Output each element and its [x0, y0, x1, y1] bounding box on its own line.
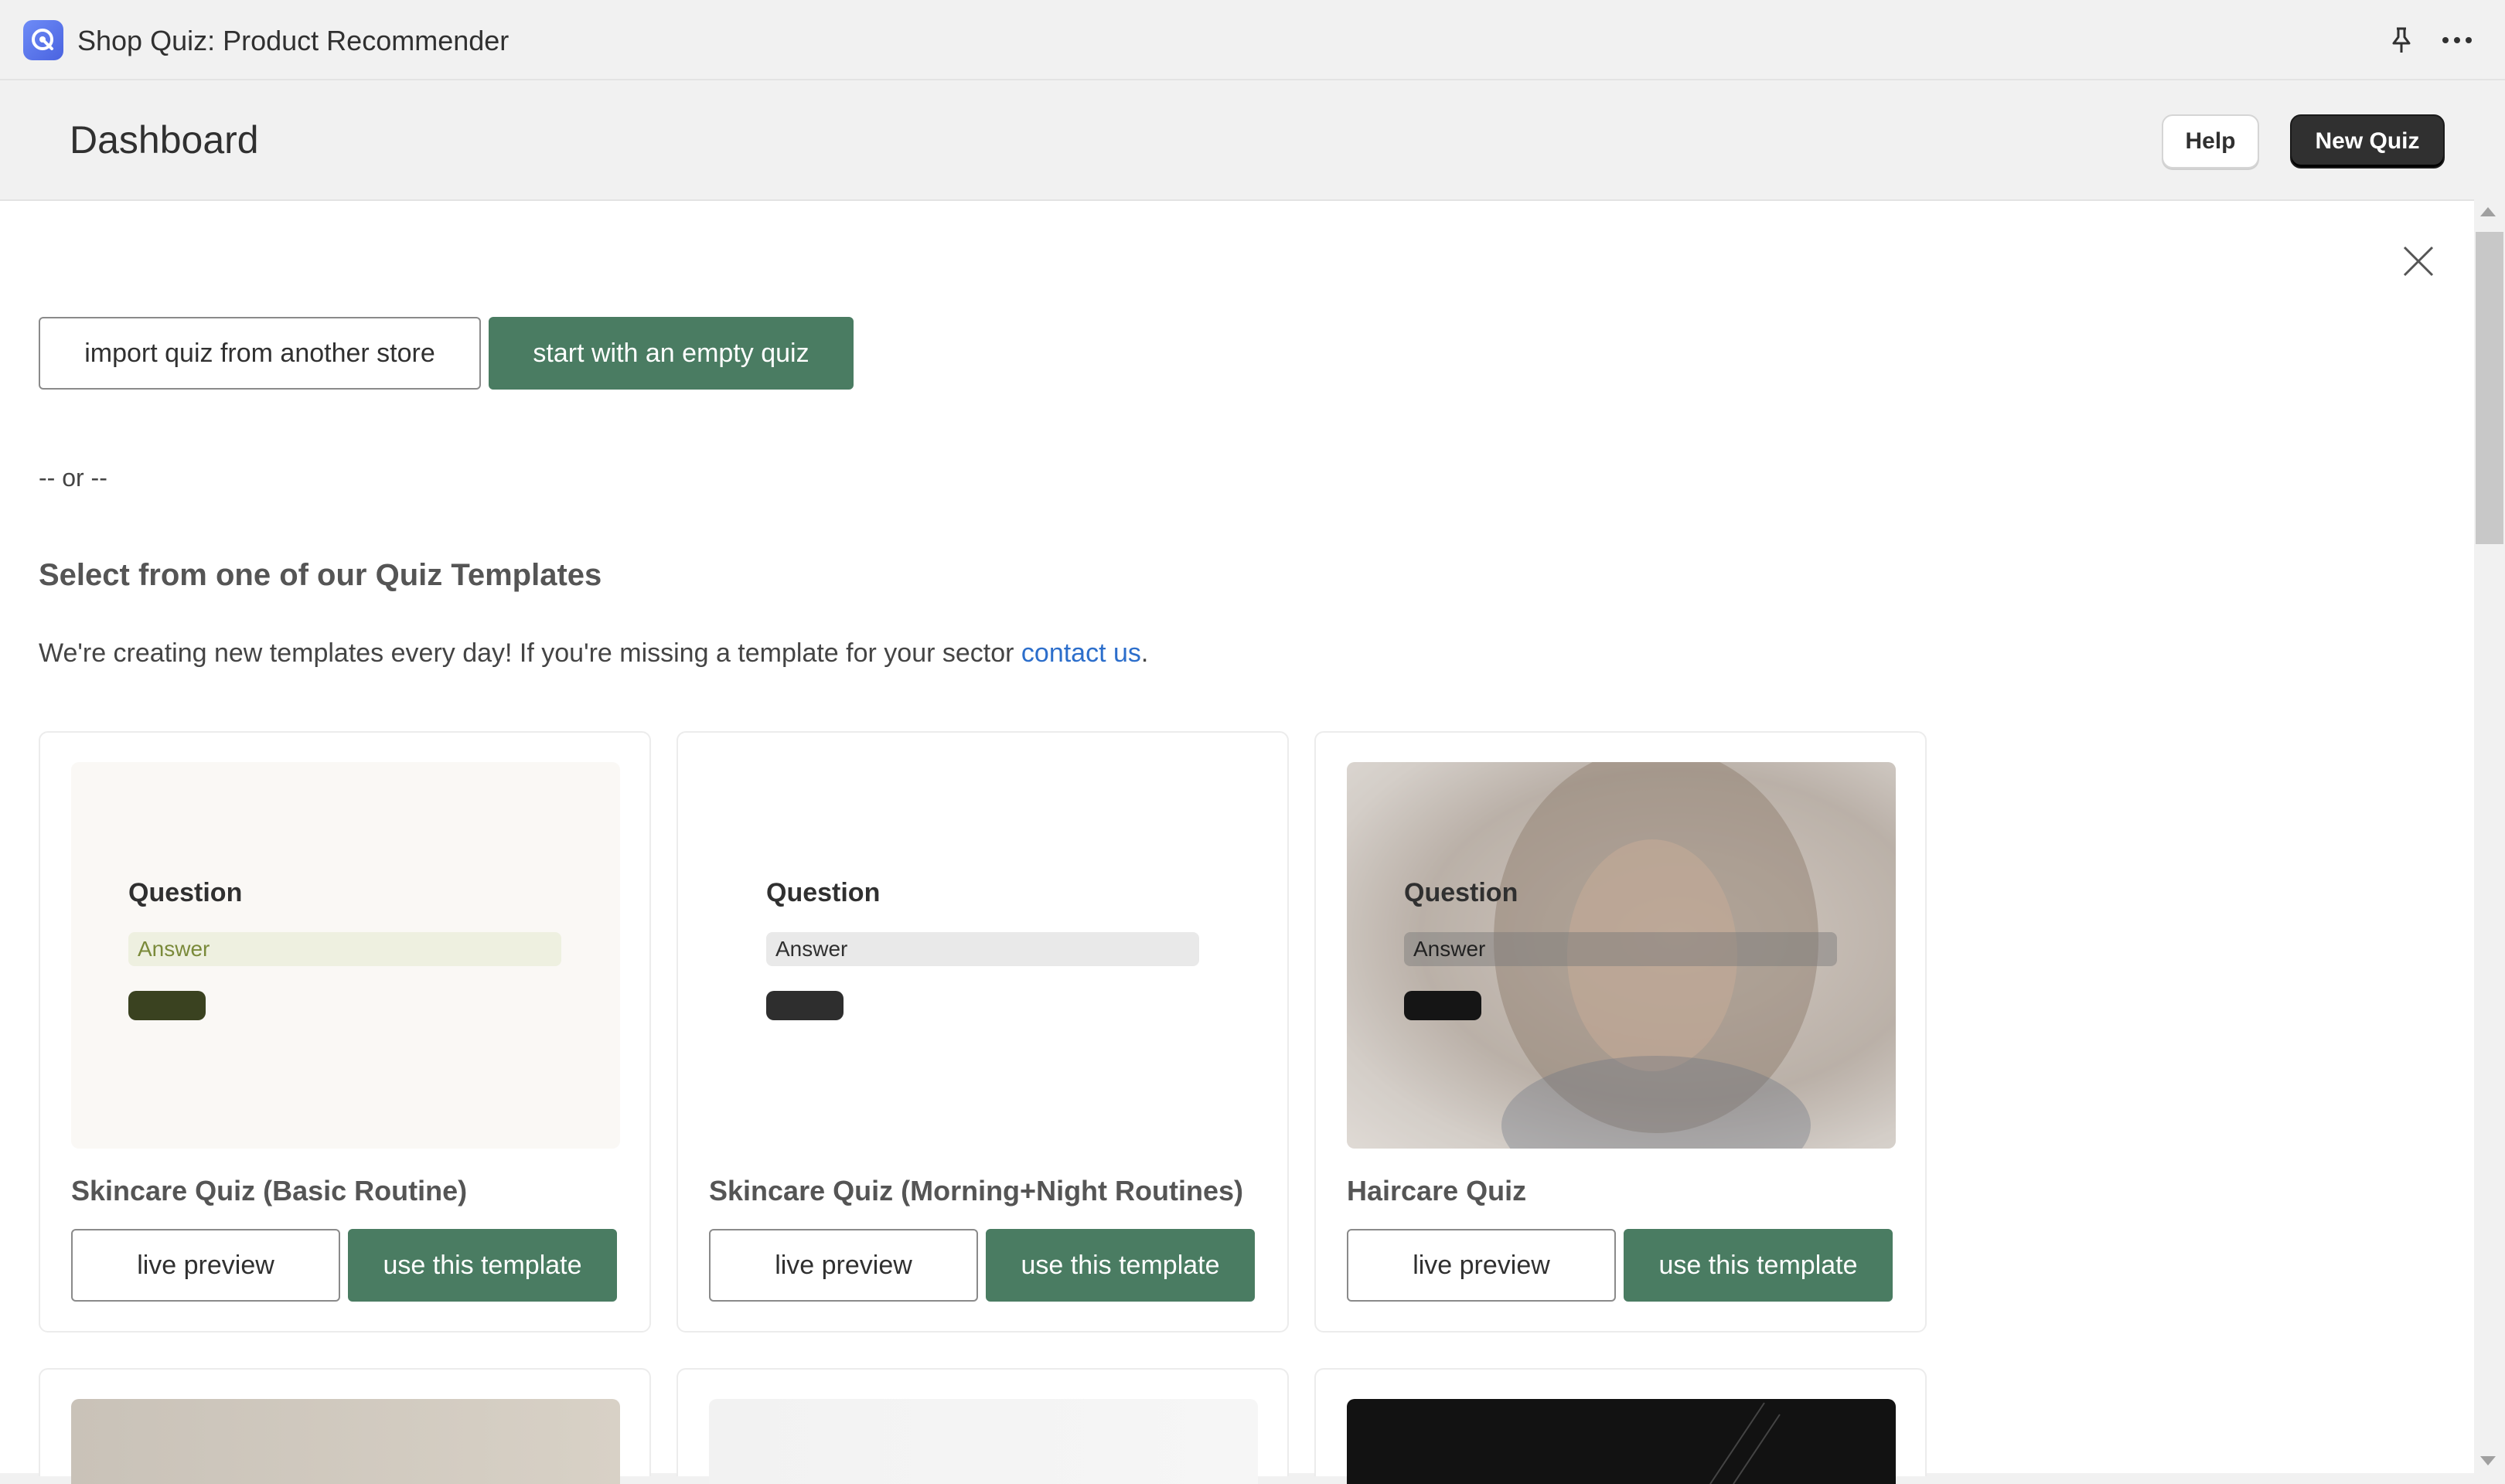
description-text: We're creating new templates every day! … [39, 638, 1021, 668]
preview-button [766, 991, 844, 1020]
preview-answer: Answer [1404, 932, 1837, 966]
template-title: Haircare Quiz [1347, 1175, 1527, 1207]
template-card: Question Answer Skincare Quiz (Morning+N… [677, 731, 1289, 1333]
use-template-button[interactable]: use this template [986, 1229, 1255, 1302]
use-template-button[interactable]: use this template [348, 1229, 617, 1302]
template-preview [71, 1399, 620, 1484]
preview-question: Question [766, 878, 881, 907]
template-card [39, 1368, 651, 1484]
templates-description: We're creating new templates every day! … [39, 638, 1148, 669]
use-template-button[interactable]: use this template [1624, 1229, 1893, 1302]
template-preview: Question Answer [71, 762, 620, 1149]
pin-icon[interactable] [2384, 23, 2418, 57]
contact-us-link[interactable]: contact us [1021, 638, 1141, 668]
template-card: Question Answer Haircare Quiz live previ… [1314, 731, 1927, 1333]
live-preview-button[interactable]: live preview [709, 1229, 978, 1302]
template-card [1314, 1368, 1927, 1484]
template-preview: Question Answer [1347, 762, 1896, 1149]
import-quiz-button[interactable]: import quiz from another store [39, 317, 481, 390]
more-icon[interactable] [2437, 23, 2477, 57]
scroll-up-arrow-icon[interactable] [2480, 207, 2496, 216]
preview-question: Question [1404, 878, 1518, 907]
template-modal: import quiz from another store start wit… [0, 199, 2474, 1484]
app-logo-icon [23, 20, 63, 60]
preview-button [128, 991, 206, 1020]
template-card [677, 1368, 1289, 1484]
description-end: . [1140, 638, 1149, 668]
app-bar: Shop Quiz: Product Recommender [0, 0, 2505, 80]
preview-question: Question [128, 878, 243, 907]
template-card: Question Answer Skincare Quiz (Basic Rou… [39, 731, 651, 1333]
new-quiz-button[interactable]: New Quiz [2290, 114, 2445, 168]
page-title: Dashboard [70, 118, 259, 162]
template-title: Skincare Quiz (Morning+Night Routines) [709, 1175, 1244, 1207]
scrollbar[interactable] [2474, 199, 2505, 1473]
template-preview: Question Answer [709, 762, 1258, 1149]
app-title: Shop Quiz: Product Recommender [77, 25, 510, 56]
page-header: Dashboard Help New Quiz [0, 80, 2505, 199]
or-separator: -- or -- [39, 464, 107, 492]
preview-answer: Answer [128, 932, 561, 966]
scroll-down-arrow-icon[interactable] [2480, 1456, 2496, 1465]
live-preview-button[interactable]: live preview [71, 1229, 340, 1302]
template-title: Skincare Quiz (Basic Routine) [71, 1175, 468, 1207]
dark-preview-image [1709, 1402, 1781, 1484]
template-preview [1347, 1399, 1896, 1484]
template-preview [709, 1399, 1258, 1484]
preview-button [1404, 991, 1481, 1020]
preview-answer: Answer [766, 932, 1199, 966]
help-button[interactable]: Help [2162, 114, 2259, 168]
close-icon[interactable] [2397, 240, 2440, 283]
empty-quiz-button[interactable]: start with an empty quiz [489, 317, 854, 390]
scroll-thumb[interactable] [2476, 232, 2503, 544]
templates-heading: Select from one of our Quiz Templates [39, 558, 602, 592]
live-preview-button[interactable]: live preview [1347, 1229, 1616, 1302]
